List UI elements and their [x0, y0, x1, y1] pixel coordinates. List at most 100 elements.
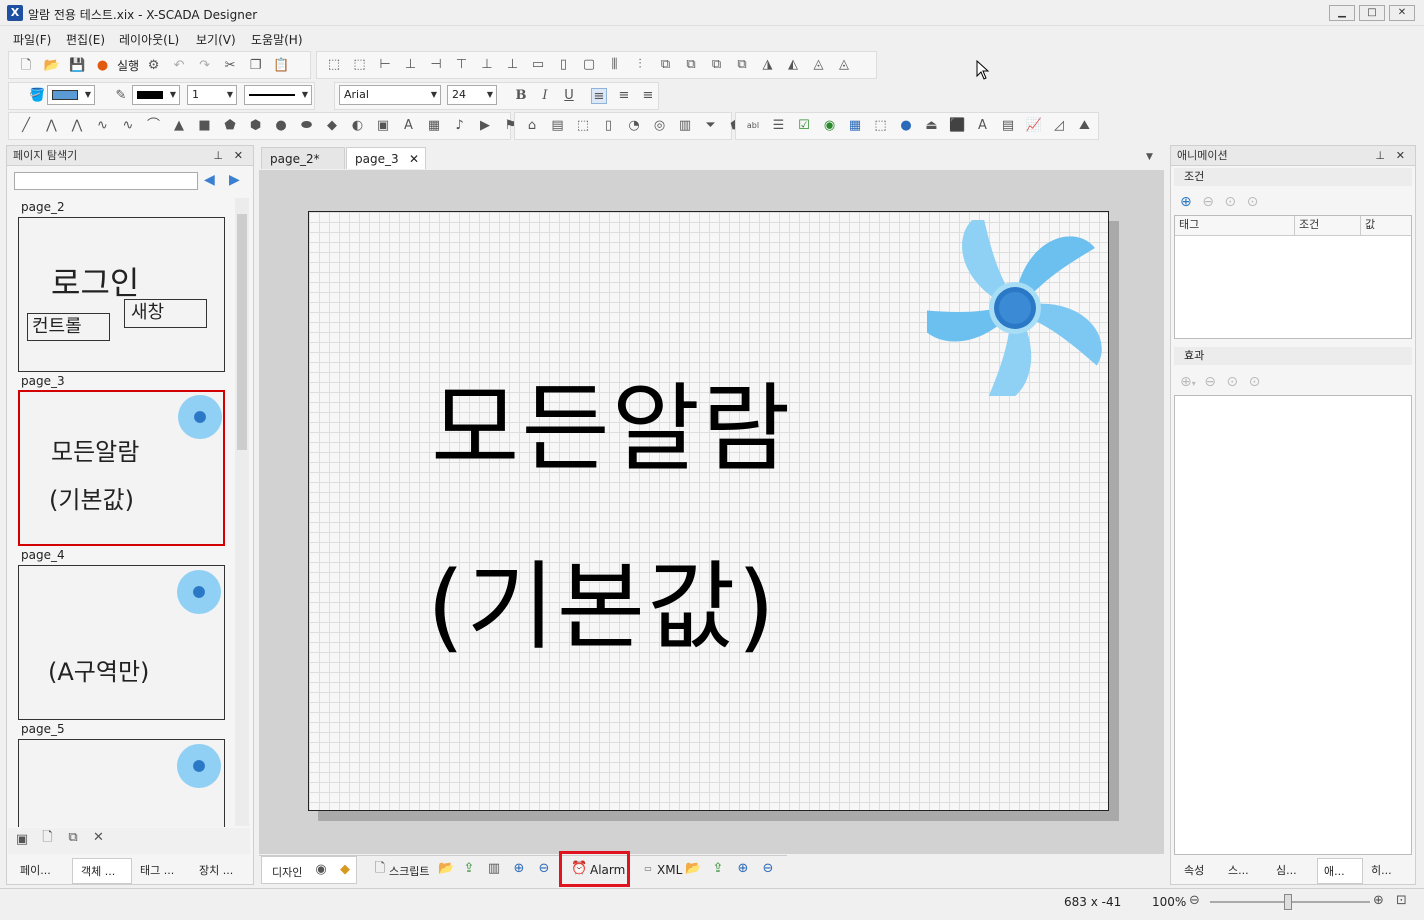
ellipse-icon[interactable]: ⬬ [299, 118, 315, 134]
pin-icon[interactable]: ⊥ [1375, 146, 1385, 166]
curve-tool-icon[interactable]: ∿ [95, 118, 111, 134]
line-color-picker[interactable]: ▼ [132, 85, 180, 105]
column-header-tag[interactable]: 태그 [1175, 216, 1295, 235]
run-label[interactable]: 실행 [117, 59, 139, 73]
open-icon[interactable]: 📂 [685, 861, 701, 877]
line-style-select[interactable]: ▼ [244, 85, 312, 105]
save-icon[interactable]: 💾 [69, 58, 85, 74]
tag-icon[interactable]: ◆ [337, 862, 353, 878]
polygon-line-tool-icon[interactable]: ⋀ [69, 118, 85, 134]
text-icon[interactable]: A [401, 118, 417, 134]
export-icon[interactable]: ⇪ [710, 861, 726, 877]
tab-history[interactable]: 히... [1365, 858, 1411, 884]
tab-design[interactable]: 디자인 ◉ ◆ [261, 856, 357, 884]
copy-icon[interactable]: ❐ [248, 58, 264, 74]
align-top-icon[interactable]: ⊤ [454, 57, 470, 73]
minimize-button[interactable]: ▁ [1329, 5, 1355, 21]
video-icon[interactable]: ▶ [477, 118, 493, 134]
zoom-in-icon[interactable]: ⊕ [735, 861, 751, 877]
align-bottom-icon[interactable]: ⊥ [505, 57, 521, 73]
chart-area-icon[interactable]: ◿ [1051, 118, 1067, 134]
italic-icon[interactable]: I [537, 88, 553, 104]
chart-line-icon[interactable]: 📈 [1026, 118, 1042, 134]
chord-icon[interactable]: ◐ [350, 118, 366, 134]
listbox-icon[interactable]: ☰ [771, 118, 787, 134]
page-search-input[interactable] [14, 172, 198, 190]
tab-object[interactable]: 객체 ... [72, 858, 132, 884]
align-right-icon[interactable]: ⊣ [428, 57, 444, 73]
tab-page-3[interactable]: page_3 ✕ [346, 147, 426, 169]
page-thumbnail[interactable]: (A구역만) [18, 565, 225, 720]
menu-help[interactable]: 도움말(H) [251, 31, 303, 48]
tab-animation[interactable]: 애... [1317, 858, 1363, 884]
remove-condition-icon[interactable]: ⊖ [1202, 194, 1214, 210]
redo-icon[interactable]: ↷ [197, 58, 213, 74]
tab-style[interactable]: 스... [1222, 858, 1268, 884]
textbox-icon[interactable]: abl [745, 118, 761, 134]
fill-color-icon[interactable]: 🪣 [29, 88, 45, 104]
font-name-select[interactable]: Arial ▼ [339, 85, 441, 105]
rectangle-icon[interactable]: ■ [197, 118, 213, 134]
move-down-icon[interactable]: ⊙ [1224, 194, 1236, 210]
add-image-page-icon[interactable]: ▣ [14, 832, 30, 848]
undo-icon[interactable]: ↶ [171, 58, 187, 74]
bold-icon[interactable]: B [513, 88, 529, 104]
new-file-icon[interactable]: 🗋 [18, 58, 34, 74]
building-icon[interactable]: ⌂ [524, 118, 540, 134]
add-effect-icon[interactable]: ⊕ [1180, 374, 1192, 390]
image-icon[interactable]: ▣ [375, 118, 391, 134]
dial-icon[interactable]: ◎ [652, 118, 668, 134]
line-tool-icon[interactable]: ╱ [18, 118, 34, 134]
tab-script[interactable]: 🗋 스크립트 📂 ⇪ ▥ ⊕ ⊖ [365, 858, 555, 882]
alarm-lamp-icon[interactable]: ⬛ [949, 118, 965, 134]
bring-forward-icon[interactable]: ⧉ [709, 57, 725, 73]
tank-icon[interactable]: ▥ [677, 118, 693, 134]
flip-h-icon[interactable]: ◮ [760, 57, 776, 73]
export-icon[interactable]: ⇪ [461, 861, 477, 877]
bezier-tool-icon[interactable]: ∿ [120, 118, 136, 134]
zoom-out-icon[interactable]: ⊖ [536, 861, 552, 877]
funnel-icon[interactable]: ⏷ [703, 118, 719, 134]
distribute-v-icon[interactable]: ⫶ [632, 57, 648, 73]
open-folder-icon[interactable]: 📂 [44, 58, 60, 74]
tab-alarm-highlight[interactable]: ⏰ Alarm [559, 851, 630, 887]
bring-front-icon[interactable]: ⧉ [658, 57, 674, 73]
page-thumbnail[interactable] [18, 739, 225, 827]
hexagon-icon[interactable]: ⬢ [248, 118, 264, 134]
page-thumbnail-selected[interactable]: 모든알람 (기본값) [18, 390, 225, 546]
zoom-out-icon[interactable]: ⊖ [760, 861, 776, 877]
globe-icon[interactable]: ● [898, 118, 914, 134]
zoom-fit-icon[interactable]: ⊡ [1396, 893, 1407, 908]
same-height-icon[interactable]: ▯ [556, 57, 572, 73]
trend-icon[interactable]: ⬚ [575, 118, 591, 134]
pentagon-icon[interactable]: ⬟ [222, 118, 238, 134]
settings-icon[interactable]: ⚙ [146, 58, 162, 74]
same-width-icon[interactable]: ▭ [530, 57, 546, 73]
flip-v-icon[interactable]: ◭ [785, 57, 801, 73]
chevron-down-icon[interactable]: ▾ [1192, 379, 1196, 388]
cut-icon[interactable]: ✂ [222, 58, 238, 74]
menu-layout[interactable]: 레이아웃(L) [119, 31, 179, 48]
subtitle-text-object[interactable]: (기본값) [427, 552, 777, 662]
tab-page[interactable]: 페이... [12, 858, 70, 884]
circle-icon[interactable]: ● [273, 118, 289, 134]
column-header-condition[interactable]: 조건 [1295, 216, 1361, 235]
condition-grid[interactable]: 태그 조건 값 [1174, 215, 1412, 339]
radio-icon[interactable]: ◉ [822, 118, 838, 134]
line-width-select[interactable]: 1 ▼ [187, 85, 237, 105]
frame-icon[interactable]: ⬚ [873, 118, 889, 134]
rotate-right-icon[interactable]: ◬ [836, 57, 852, 73]
meter-icon[interactable]: ◔ [626, 118, 642, 134]
table-icon[interactable]: ▤ [1000, 118, 1016, 134]
checkbox-icon[interactable]: ☑ [796, 118, 812, 134]
group-icon[interactable]: ⬚ [326, 57, 342, 73]
zoom-slider-thumb[interactable] [1284, 894, 1292, 910]
tab-properties[interactable]: 속성 [1176, 858, 1222, 884]
tab-device[interactable]: 장치 ... [193, 858, 251, 884]
align-center-icon[interactable]: ⊥ [403, 57, 419, 73]
panel-close-icon[interactable]: ✕ [234, 146, 243, 166]
add-condition-icon[interactable]: ⊕ [1180, 194, 1192, 210]
page-thumbnail[interactable]: 로그인 새창 컨트롤 [18, 217, 225, 372]
grid-icon[interactable]: ▦ [847, 118, 863, 134]
move-down-icon[interactable]: ⊙ [1226, 374, 1238, 390]
